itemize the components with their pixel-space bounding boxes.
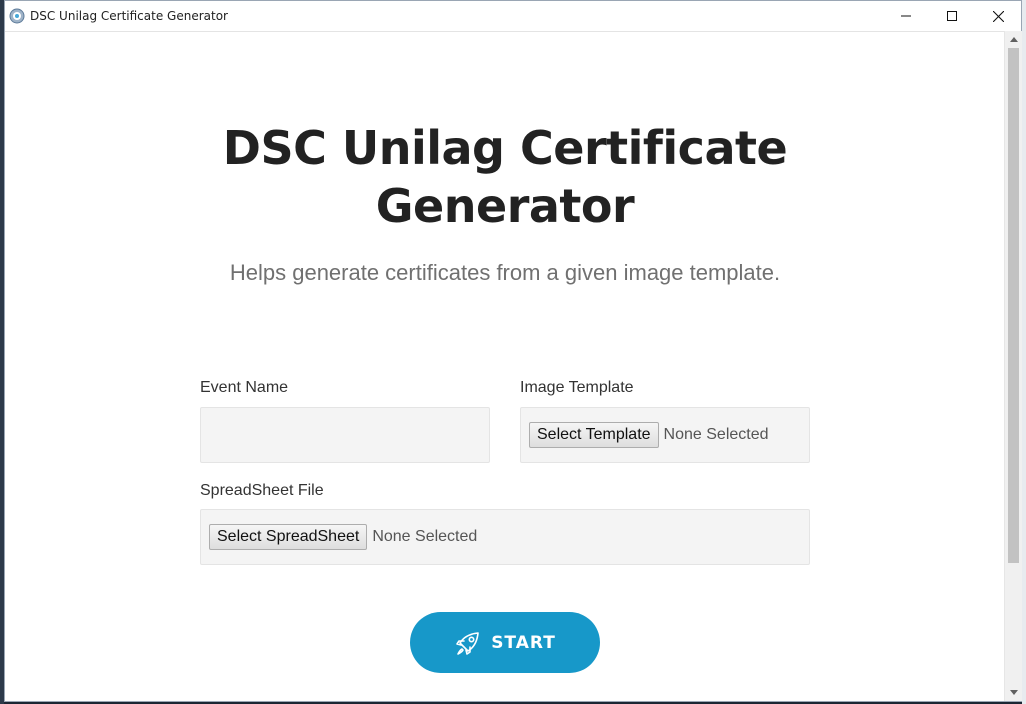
- event-name-input[interactable]: [200, 407, 490, 463]
- close-button[interactable]: [975, 1, 1021, 31]
- desktop-edge-right: [1022, 0, 1026, 704]
- minimize-button[interactable]: [883, 1, 929, 31]
- main-content: DSC Unilag Certificate Generator Helps g…: [5, 31, 1004, 701]
- minimize-icon: [901, 15, 911, 17]
- maximize-button[interactable]: [929, 1, 975, 31]
- image-template-field: Select Template None Selected: [520, 407, 810, 463]
- select-template-button[interactable]: Select Template: [529, 422, 659, 448]
- app-icon: [9, 8, 25, 24]
- page-title: DSC Unilag Certificate Generator: [222, 121, 788, 233]
- event-name-label: Event Name: [200, 379, 289, 396]
- spreadsheet-status: None Selected: [372, 528, 478, 545]
- image-template-status: None Selected: [663, 426, 769, 443]
- scroll-up-arrow[interactable]: [1005, 31, 1022, 48]
- window-title: DSC Unilag Certificate Generator: [30, 9, 228, 23]
- app-window: DSC Unilag Certificate Generator DSC Uni…: [4, 0, 1022, 702]
- start-button[interactable]: START: [410, 612, 600, 673]
- scroll-thumb[interactable]: [1008, 48, 1019, 563]
- vertical-scrollbar[interactable]: [1004, 31, 1022, 701]
- chevron-down-icon: [1009, 690, 1018, 695]
- select-spreadsheet-button[interactable]: Select SpreadSheet: [209, 524, 368, 550]
- spreadsheet-field: Select SpreadSheet None Selected: [200, 509, 810, 565]
- maximize-icon: [947, 11, 957, 21]
- start-label: START: [491, 632, 556, 653]
- close-icon: [992, 10, 1004, 22]
- rocket-icon: [454, 629, 482, 657]
- title-bar[interactable]: DSC Unilag Certificate Generator: [5, 1, 1021, 32]
- scroll-down-arrow[interactable]: [1005, 684, 1022, 701]
- page-subtitle: Helps generate certificates from a given…: [229, 260, 781, 285]
- chevron-up-icon: [1009, 37, 1018, 42]
- spreadsheet-label: SpreadSheet File: [200, 482, 324, 499]
- image-template-label: Image Template: [520, 379, 634, 396]
